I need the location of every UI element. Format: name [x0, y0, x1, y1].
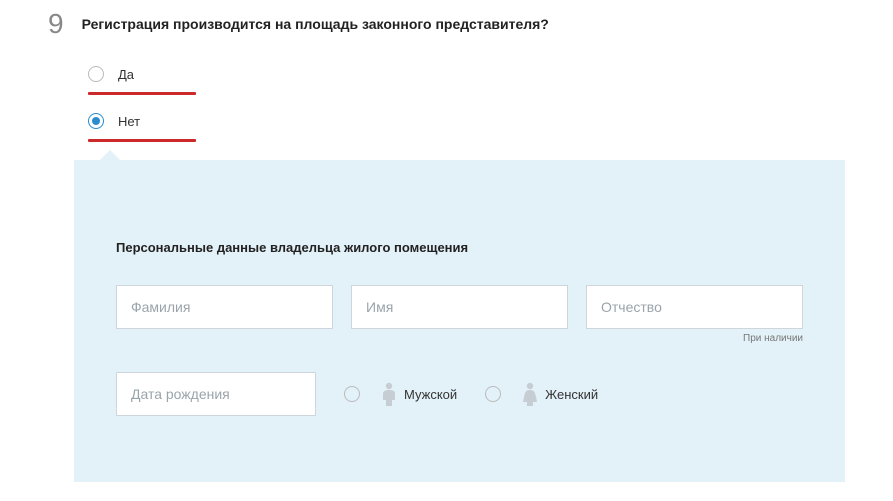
owner-form-panel: Персональные данные владельца жилого пом…	[74, 160, 845, 482]
question-number: 9	[48, 10, 64, 38]
radio-option-yes[interactable]: Да	[88, 66, 893, 82]
dob-input[interactable]	[116, 372, 316, 416]
name-row: При наличии	[116, 285, 803, 344]
radio-icon	[344, 386, 360, 402]
gender-group: Мужской Женский	[344, 382, 598, 406]
radio-group-representative: Да Нет	[88, 66, 893, 142]
radio-icon	[485, 386, 501, 402]
dob-gender-row: Мужской Женский	[116, 372, 803, 416]
lastname-wrap	[116, 285, 333, 344]
section-title: Персональные данные владельца жилого пом…	[116, 240, 803, 255]
annotation-underline	[88, 92, 196, 95]
female-icon	[521, 382, 539, 406]
annotation-underline	[88, 139, 196, 142]
gender-option-female[interactable]: Женский	[485, 382, 598, 406]
patronymic-wrap: При наличии	[586, 285, 803, 344]
radio-option-no[interactable]: Нет	[88, 113, 893, 129]
firstname-wrap	[351, 285, 568, 344]
firstname-input[interactable]	[351, 285, 568, 329]
radio-icon-selected	[88, 113, 104, 129]
gender-label-female: Женский	[545, 387, 598, 402]
radio-label-yes: Да	[118, 67, 134, 82]
patronymic-input[interactable]	[586, 285, 803, 329]
question-row: 9 Регистрация производится на площадь за…	[0, 0, 893, 38]
gender-option-male[interactable]: Мужской	[344, 382, 457, 406]
gender-label-male: Мужской	[404, 387, 457, 402]
lastname-input[interactable]	[116, 285, 333, 329]
radio-label-no: Нет	[118, 114, 140, 129]
radio-icon	[88, 66, 104, 82]
question-text: Регистрация производится на площадь зако…	[82, 10, 549, 35]
patronymic-hint: При наличии	[586, 333, 803, 344]
male-icon	[380, 382, 398, 406]
